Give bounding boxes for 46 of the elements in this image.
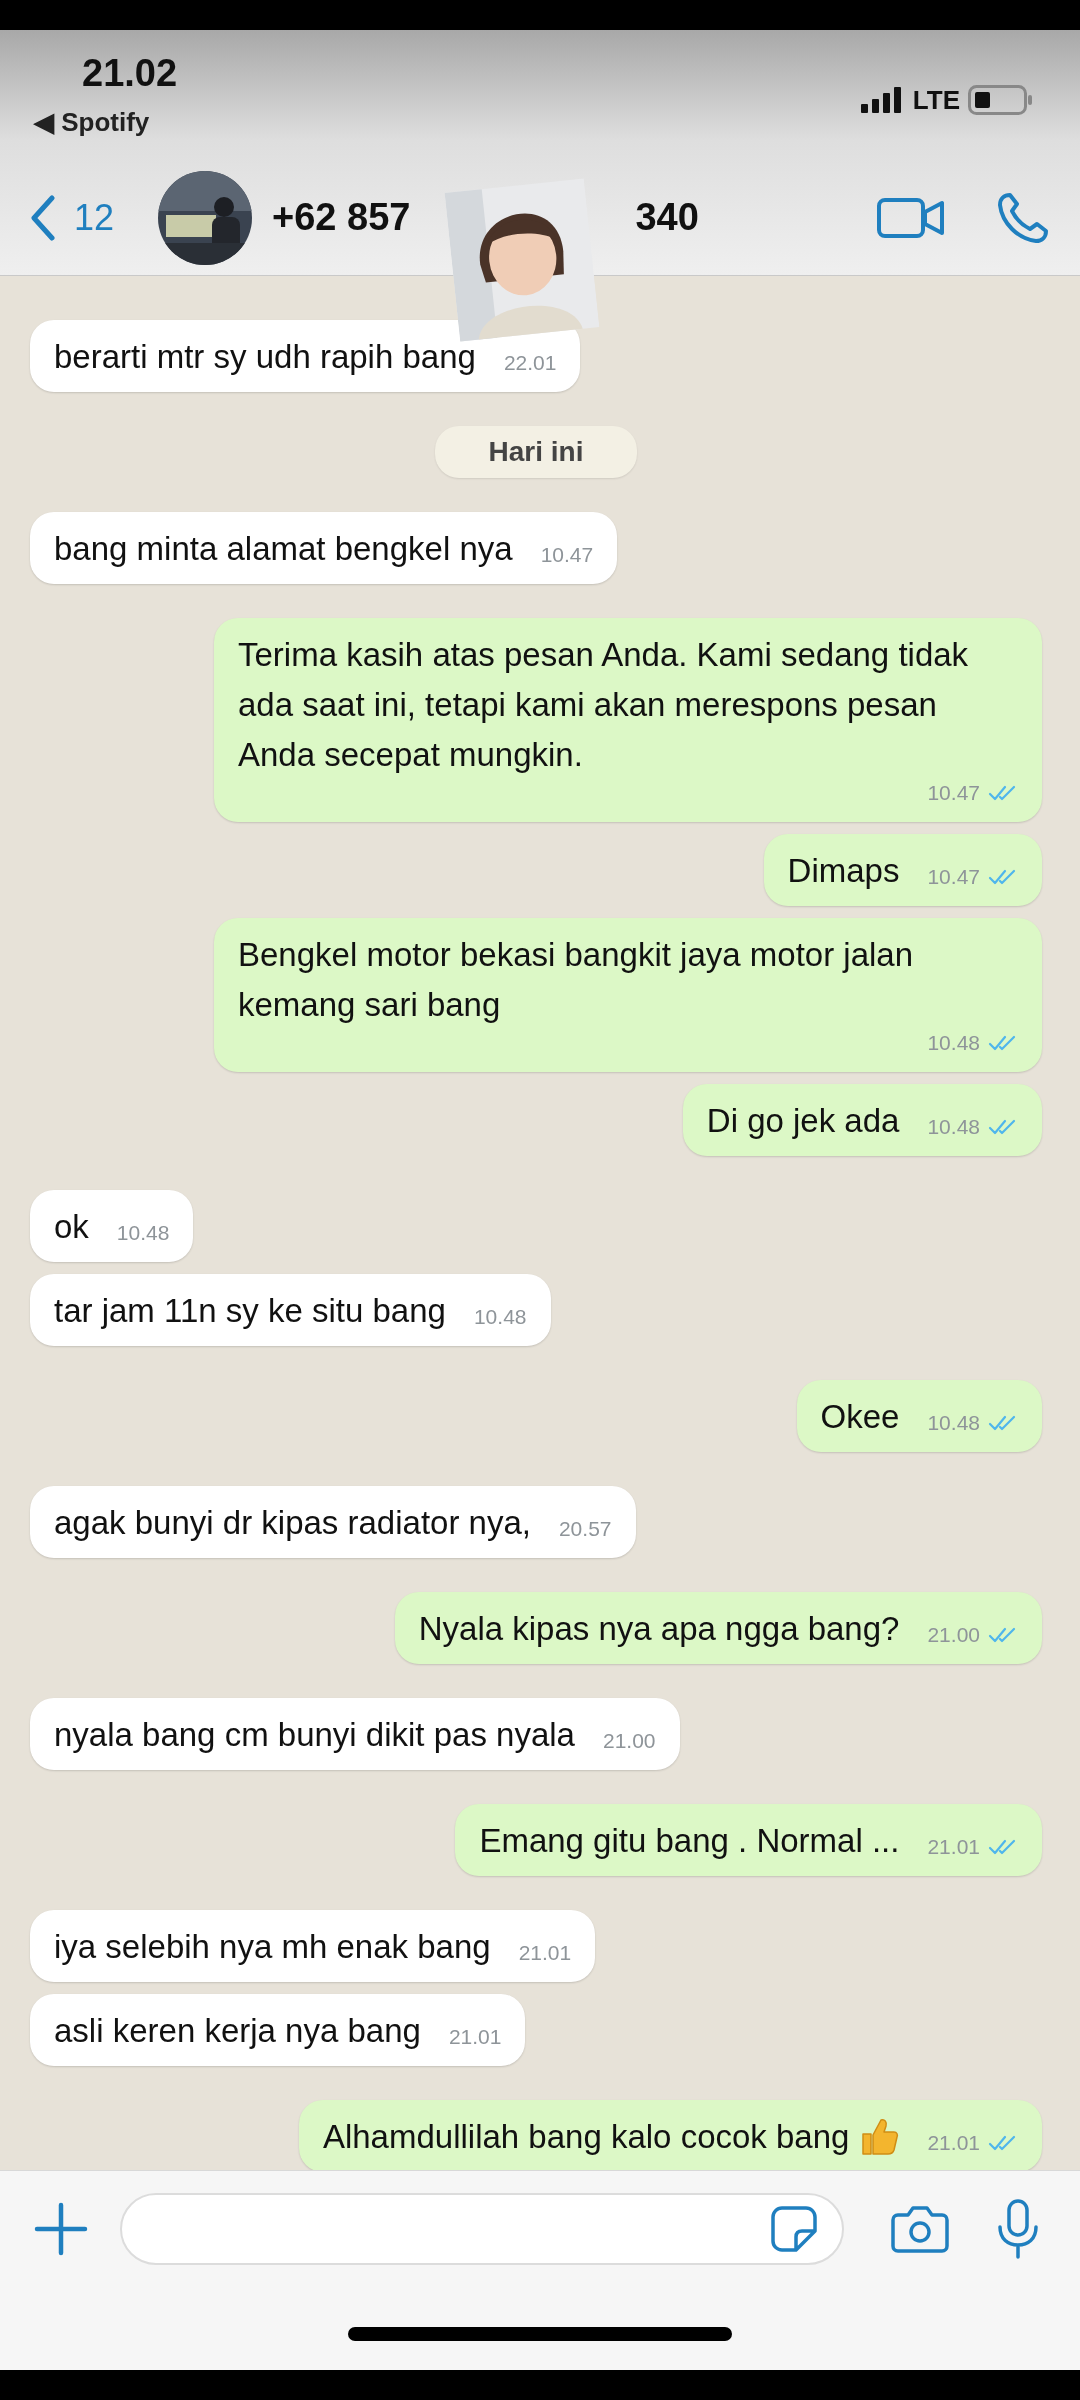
message-time: 22.01: [503, 350, 557, 376]
message-time: 21.00: [603, 1728, 656, 1754]
message-time: 10.47: [927, 780, 980, 806]
message-text: agak bunyi dr kipas radiator nya,: [54, 1503, 531, 1543]
message-time: 21.00: [927, 1622, 980, 1648]
phone-icon[interactable]: [996, 190, 1050, 245]
message-text: ok: [54, 1207, 89, 1247]
message-text: berarti mtr sy udh rapih bang: [54, 337, 476, 377]
back-chevron-icon[interactable]: [30, 194, 56, 241]
message-time: 10.48: [116, 1220, 170, 1246]
message-text: Emang gitu bang . Normal ...: [479, 1821, 900, 1861]
message-time: 21.01: [927, 2130, 980, 2156]
unread-count[interactable]: 12: [74, 196, 115, 239]
contact-name[interactable]: +62 857: [272, 196, 411, 239]
message-text: iya selebih nya mh enak bang: [54, 1927, 491, 1967]
message-text: Nyala kipas nya apa ngga bang?: [418, 1609, 900, 1649]
message-text: asli keren kerja nya bang: [54, 2011, 421, 2051]
message-time: 21.01: [448, 2024, 502, 2050]
network-type: LTE: [912, 84, 960, 116]
message-time: 10.48: [473, 1304, 527, 1330]
message-text: Okee: [820, 1397, 900, 1437]
message-text: nyala bang cm bunyi dikit pas nyala: [54, 1715, 575, 1755]
sticker-icon[interactable]: [770, 2205, 818, 2253]
message-time: 10.48: [927, 1410, 980, 1436]
message-text: Alhamdullilah bang kalo cocok bang: [322, 2117, 850, 2157]
message-text: Di go jek ada: [706, 1101, 900, 1141]
status-time: 21.02: [82, 52, 178, 95]
message-text: Dimaps: [787, 851, 900, 891]
message-time: 21.01: [927, 1834, 980, 1860]
contact-name[interactable]: 340: [635, 196, 699, 239]
message-time: 21.01: [518, 1940, 572, 1966]
back-to-app-link[interactable]: ◀ Spotify: [34, 107, 178, 138]
message-text: Bengkel motor bekasi bangkit jaya motor jalan kemang sari bang: [238, 935, 915, 1025]
message-time: 10.47: [927, 864, 980, 890]
microphone-icon[interactable]: [996, 2199, 1040, 2259]
message-text: tar jam 11n sy ke situ bang: [54, 1291, 446, 1331]
battery-icon: [968, 85, 1034, 115]
message-text: bang minta alamat bengkel nya: [54, 529, 513, 569]
date-chip: Hari ini: [434, 426, 638, 478]
message-time: 20.57: [558, 1516, 612, 1542]
add-icon[interactable]: [34, 2202, 88, 2256]
message-time: 10.48: [927, 1030, 980, 1056]
message-time: 10.48: [927, 1114, 980, 1140]
message-text: Terima kasih atas pesan Anda. Kami sedang tidak ada saat ini, tetapi kami akan merespons pesan Anda secepat mungkin.: [238, 635, 970, 775]
camera-icon[interactable]: [890, 2204, 950, 2254]
message-time: 10.47: [540, 542, 594, 568]
